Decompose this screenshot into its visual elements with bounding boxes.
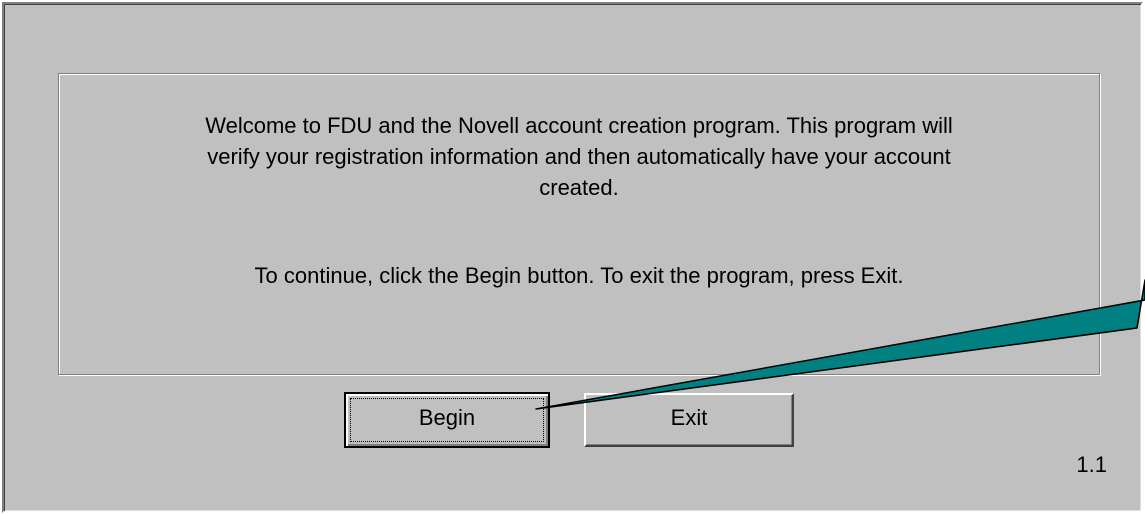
instruction-text: To continue, click the Begin button. To …	[254, 263, 904, 288]
message-panel: Welcome to FDU and the Novell account cr…	[58, 73, 1100, 375]
welcome-line: created.	[539, 175, 619, 200]
begin-button-label: Begin	[350, 398, 544, 442]
welcome-message: Welcome to FDU and the Novell account cr…	[59, 110, 1099, 203]
dialog-window: Welcome to FDU and the Novell account cr…	[2, 2, 1143, 513]
exit-button[interactable]: Exit	[584, 393, 794, 447]
welcome-line: Welcome to FDU and the Novell account cr…	[205, 113, 953, 138]
version-label: 1.1	[1076, 452, 1107, 477]
welcome-line: verify your registration information and…	[207, 144, 951, 169]
begin-button[interactable]: Begin	[344, 392, 550, 448]
